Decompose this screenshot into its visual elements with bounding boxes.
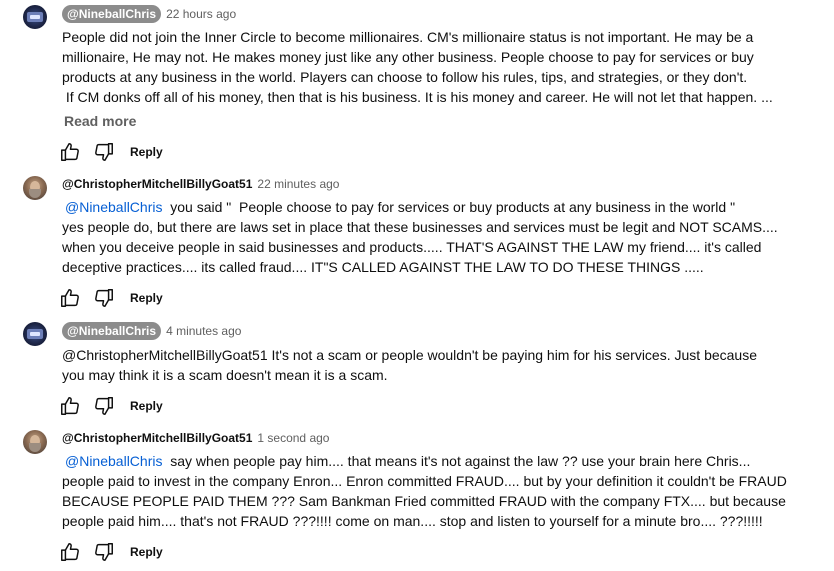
comment-header: @NineballChris 22 hours ago: [62, 4, 236, 24]
avatar[interactable]: [23, 176, 47, 200]
avatar[interactable]: [23, 5, 47, 29]
comment-actions: Reply: [58, 540, 163, 564]
mention-link[interactable]: @NineballChris: [65, 453, 162, 469]
thumbs-down-icon[interactable]: [92, 540, 116, 564]
comment-line: @ChristopherMitchellBillyGoat51 It's not…: [62, 347, 757, 363]
thumbs-up-icon[interactable]: [58, 286, 82, 310]
timestamp[interactable]: 4 minutes ago: [166, 324, 241, 338]
read-more-button[interactable]: Read more: [64, 113, 136, 129]
thumbs-down-icon[interactable]: [92, 286, 116, 310]
thumbs-down-icon[interactable]: [92, 394, 116, 418]
author-name[interactable]: @ChristopherMitchellBillyGoat51: [62, 177, 252, 191]
timestamp[interactable]: 22 hours ago: [166, 7, 236, 21]
comment-actions: Reply: [58, 140, 163, 164]
comment-line: you said " People choose to pay for serv…: [162, 199, 736, 215]
comment-line: say when people pay him.... that means i…: [162, 453, 751, 469]
comment-header: @NineballChris 4 minutes ago: [62, 321, 241, 341]
comment-line: people paid to invest in the company Enr…: [62, 473, 787, 489]
comment-line: yes people do, but there are laws set in…: [62, 219, 778, 235]
comment-actions: Reply: [58, 394, 163, 418]
comment-line: deceptive practices.... its called fraud…: [62, 259, 704, 275]
thumbs-down-icon[interactable]: [92, 140, 116, 164]
comment-text: @NineballChris say when people pay him..…: [62, 451, 822, 531]
comment-text: People did not join the Inner Circle to …: [62, 27, 822, 107]
thumbs-up-icon[interactable]: [58, 140, 82, 164]
mention-link[interactable]: @NineballChris: [65, 199, 162, 215]
thumbs-up-icon[interactable]: [58, 394, 82, 418]
timestamp[interactable]: 22 minutes ago: [257, 177, 339, 191]
thumbs-up-icon[interactable]: [58, 540, 82, 564]
reply-button[interactable]: Reply: [130, 399, 163, 413]
comment-line: millionaire, He may not. He makes money …: [62, 49, 754, 65]
comment-line: people paid him.... that's not FRAUD ???…: [62, 513, 763, 529]
reply-button[interactable]: Reply: [130, 291, 163, 305]
comment-line: BECAUSE PEOPLE PAID THEM ??? Sam Bankman…: [62, 493, 786, 509]
author-name[interactable]: @ChristopherMitchellBillyGoat51: [62, 431, 252, 445]
reply-button[interactable]: Reply: [130, 145, 163, 159]
comment-line: when you deceive people in said business…: [62, 239, 762, 255]
comment-line: People did not join the Inner Circle to …: [62, 29, 754, 45]
reply-button[interactable]: Reply: [130, 545, 163, 559]
author-name[interactable]: @NineballChris: [62, 322, 162, 340]
avatar[interactable]: [23, 430, 47, 454]
avatar[interactable]: [23, 322, 47, 346]
timestamp[interactable]: 1 second ago: [257, 431, 329, 445]
author-name[interactable]: @NineballChris: [62, 5, 162, 23]
comment-actions: Reply: [58, 286, 163, 310]
comment-line: If CM donks off all of his money, then t…: [62, 89, 773, 105]
comment-header: @ChristopherMitchellBillyGoat51 1 second…: [62, 428, 329, 448]
comment-header: @ChristopherMitchellBillyGoat51 22 minut…: [62, 174, 339, 194]
comment-text: @ChristopherMitchellBillyGoat51 It's not…: [62, 345, 822, 385]
comment-line: products at any business in the world. P…: [62, 69, 748, 85]
comment-line: you may think it is a scam doesn't mean …: [62, 367, 388, 383]
comment-text: @NineballChris you said " People choose …: [62, 197, 822, 277]
